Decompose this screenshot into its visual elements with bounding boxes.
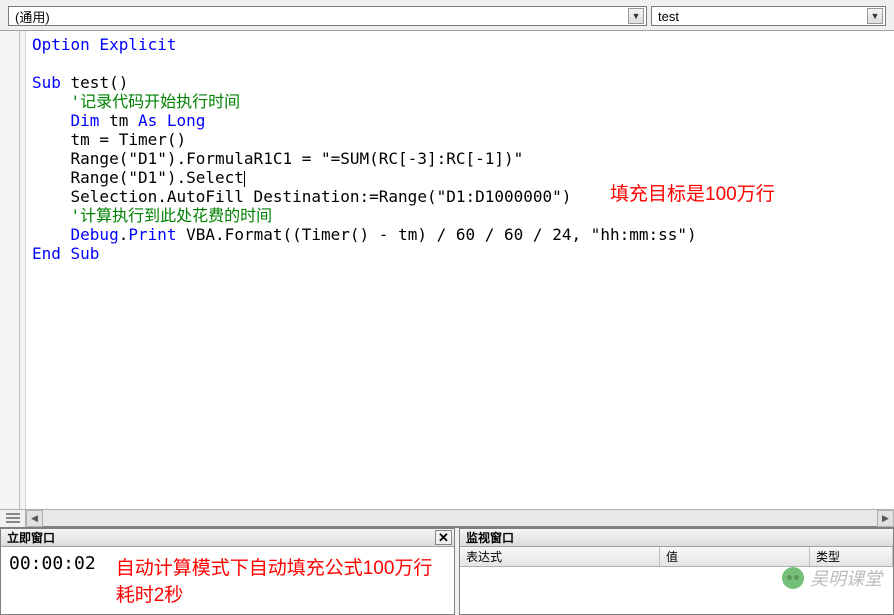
code-text: Dim <box>71 111 100 130</box>
procedure-dropdown-value: test <box>658 9 679 24</box>
object-dropdown-value: (通用) <box>15 7 50 26</box>
watch-window-title: 监视窗口 <box>466 529 514 546</box>
chevron-down-icon[interactable]: ▼ <box>628 8 644 24</box>
immediate-window-body[interactable]: 00:00:02 自动计算模式下自动填充公式100万行耗时2秒 <box>1 547 454 614</box>
annotation-timing-note: 自动计算模式下自动填充公式100万行耗时2秒 <box>116 553 446 607</box>
code-text: tm <box>99 111 138 130</box>
code-comment: '计算执行到此处花费的时间 <box>32 206 272 225</box>
view-mode-toggle[interactable] <box>0 510 26 527</box>
code-pane[interactable]: Option Explicit Sub test() '记录代码开始执行时间 D… <box>26 31 894 509</box>
code-horizontal-scrollbar: ◀ ▶ <box>0 509 894 526</box>
close-icon[interactable]: ✕ <box>435 530 452 545</box>
immediate-window-titlebar[interactable]: 立即窗口 ✕ <box>1 529 454 547</box>
watch-body[interactable] <box>460 567 893 614</box>
immediate-window-title: 立即窗口 <box>7 529 55 546</box>
code-text: Range("D1").FormulaR1C1 = "=SUM(RC[-3]:R… <box>32 149 523 168</box>
code-comment: '记录代码开始执行时间 <box>32 92 240 111</box>
annotation-fill-target: 填充目标是100万行 <box>610 185 775 204</box>
code-gutter <box>0 31 26 509</box>
code-text: tm = Timer() <box>32 130 186 149</box>
watch-column-headers: 表达式 值 类型 <box>460 547 893 567</box>
watch-window: 监视窗口 表达式 值 类型 <box>459 528 894 615</box>
code-text: Print <box>128 225 176 244</box>
object-dropdown[interactable]: (通用) ▼ <box>8 6 647 26</box>
watch-window-titlebar[interactable]: 监视窗口 <box>460 529 893 547</box>
code-text: Debug <box>71 225 119 244</box>
code-text <box>32 111 71 130</box>
code-editor: Option Explicit Sub test() '记录代码开始执行时间 D… <box>0 31 894 509</box>
object-procedure-selectors: (通用) ▼ test ▼ <box>0 0 894 31</box>
immediate-window: 立即窗口 ✕ 00:00:02 自动计算模式下自动填充公式100万行耗时2秒 <box>0 528 455 615</box>
watch-header-expression[interactable]: 表达式 <box>460 547 660 566</box>
bottom-dock: 立即窗口 ✕ 00:00:02 自动计算模式下自动填充公式100万行耗时2秒 监… <box>0 526 894 615</box>
immediate-output-time: 00:00:02 <box>9 553 96 574</box>
code-text: Range("D1").Select <box>32 168 244 187</box>
code-text: As Long <box>138 111 205 130</box>
code-text: . <box>119 225 129 244</box>
code-text: test() <box>61 73 128 92</box>
watch-header-value[interactable]: 值 <box>660 547 810 566</box>
chevron-down-icon[interactable]: ▼ <box>867 8 883 24</box>
code-text: Sub <box>32 73 61 92</box>
code-text: VBA.Format((Timer() - tm) / 60 / 60 / 24… <box>177 225 697 244</box>
procedure-dropdown[interactable]: test ▼ <box>651 6 886 26</box>
code-text: Selection.AutoFill Destination:=Range("D… <box>32 187 571 206</box>
code-text <box>32 225 71 244</box>
watch-header-type[interactable]: 类型 <box>810 547 893 566</box>
code-text: Option Explicit <box>32 35 177 54</box>
code-text: End Sub <box>32 244 99 263</box>
scroll-right-button[interactable]: ▶ <box>877 510 894 527</box>
scroll-left-button[interactable]: ◀ <box>26 510 43 527</box>
text-cursor <box>244 171 245 187</box>
